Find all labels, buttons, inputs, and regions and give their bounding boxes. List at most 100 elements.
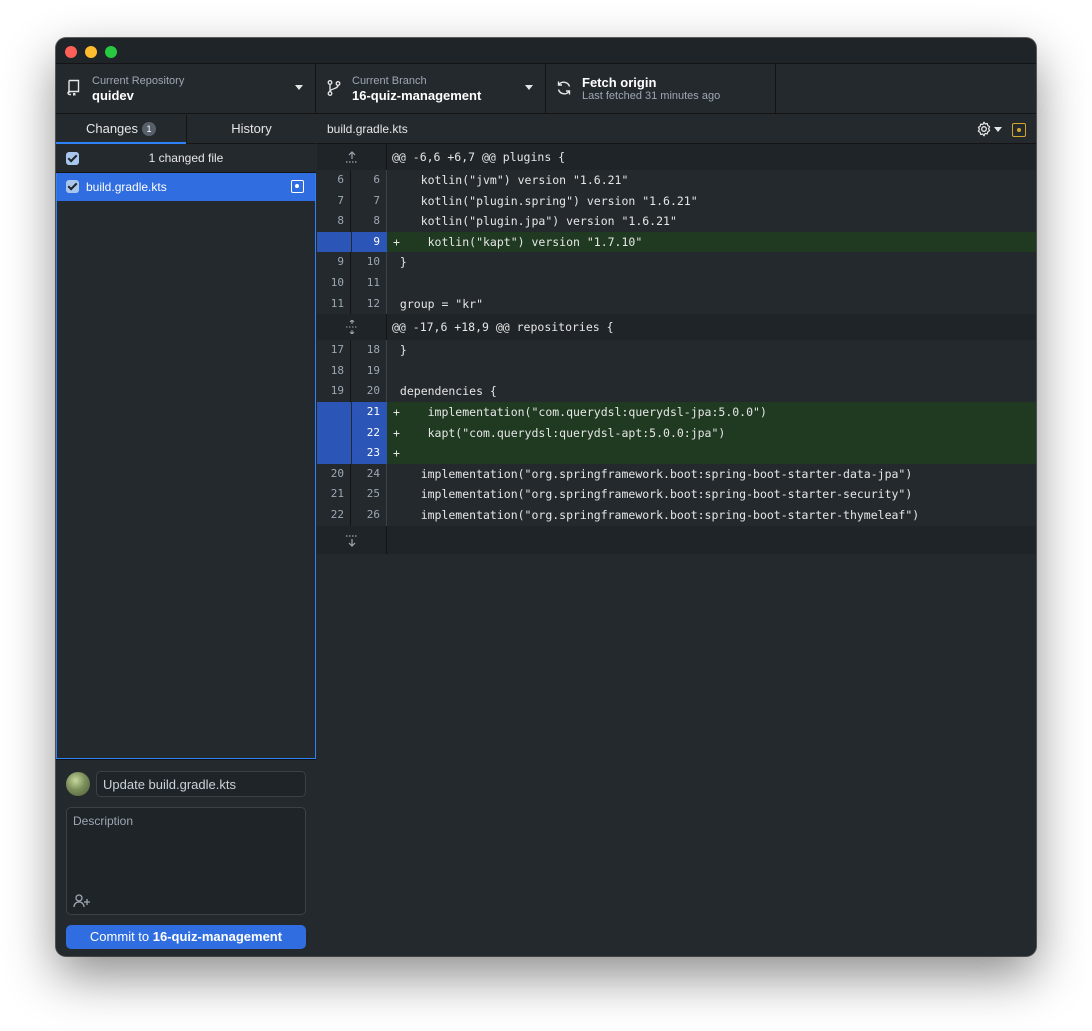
- changed-files-count: 1 changed file: [148, 151, 224, 165]
- line-code: implementation("org.springframework.boot…: [387, 504, 1036, 526]
- old-line-number: [317, 231, 351, 253]
- old-line-number: 9: [317, 252, 351, 273]
- commit-summary-input[interactable]: [96, 771, 306, 797]
- file-name: build.gradle.kts: [86, 180, 167, 194]
- diff-line[interactable]: 88 kotlin("plugin.jpa") version "1.6.21": [317, 211, 1036, 232]
- tab-history[interactable]: History: [186, 115, 316, 144]
- diff-line[interactable]: 19 20 dependencies {: [317, 381, 1036, 402]
- hunk-header: @@ -17,6 +18,9 @@ repositories {: [317, 314, 1036, 341]
- tab-history-label: History: [231, 121, 272, 136]
- diff-line-added[interactable]: 9 + kotlin("kapt") version "1.7.10": [317, 231, 1036, 253]
- diff-line[interactable]: 22 26 implementation("org.springframework…: [317, 504, 1036, 526]
- old-line-number: 6: [317, 170, 351, 191]
- old-line-number: [317, 401, 351, 423]
- commit-button-prefix: Commit to: [89, 929, 153, 944]
- old-line-number: 8: [317, 211, 351, 232]
- sidebar: Changes 1 History 1 changed file build.gr…: [56, 115, 316, 956]
- diff-line-added[interactable]: 21 + implementation("com.querydsl:queryds…: [317, 401, 1036, 423]
- hunk-header-text: @@ -6,6 +6,7 @@ plugins {: [387, 144, 1036, 170]
- commit-button[interactable]: Commit to 16-quiz-management: [66, 925, 306, 949]
- line-code: implementation("org.springframework.boot…: [387, 463, 1036, 485]
- diff-line[interactable]: 21 25 implementation("org.springframework…: [317, 484, 1036, 505]
- diff-file-name: build.gradle.kts: [327, 122, 408, 136]
- line-code: [387, 360, 1036, 382]
- current-repository-dropdown[interactable]: Current Repository quidev: [56, 64, 316, 114]
- line-code: +: [387, 443, 1036, 464]
- current-branch-dropdown[interactable]: Current Branch 16-quiz-management: [316, 64, 546, 114]
- diff-line[interactable]: 77 kotlin("plugin.spring") version "1.6.…: [317, 190, 1036, 212]
- close-window-button[interactable]: [65, 46, 77, 58]
- line-code: }: [387, 340, 1036, 361]
- line-code: }: [387, 252, 1036, 273]
- new-line-number: 19: [352, 360, 386, 382]
- old-line-number: 22: [317, 504, 351, 526]
- diff-line[interactable]: 66 kotlin("jvm") version "1.6.21": [317, 170, 1036, 191]
- new-line-number: 6: [352, 170, 386, 191]
- avatar: [66, 772, 90, 796]
- chevron-down-icon: [525, 85, 533, 90]
- diff-line[interactable]: 11 12 group = "kr": [317, 293, 1036, 315]
- diff-line[interactable]: 20 24 implementation("org.springframework…: [317, 463, 1036, 485]
- changed-files-header: 1 changed file: [56, 144, 316, 173]
- new-line-number: 23: [352, 443, 386, 464]
- line-code: kotlin("plugin.jpa") version "1.6.21": [387, 211, 1036, 232]
- app-window: Current Repository quidev Current Branch…: [56, 38, 1036, 956]
- expand-up-button[interactable]: [317, 144, 387, 170]
- tab-changes[interactable]: Changes 1: [56, 115, 186, 144]
- add-coauthor-icon[interactable]: [73, 894, 91, 908]
- changes-count-badge: 1: [142, 122, 157, 136]
- hunk-header: @@ -6,6 +6,7 @@ plugins {: [317, 144, 1036, 170]
- list-item[interactable]: build.gradle.kts: [57, 173, 315, 201]
- modified-file-icon: [291, 180, 304, 193]
- changed-file-list: build.gradle.kts: [56, 173, 316, 759]
- diff-line[interactable]: 9 10 }: [317, 252, 1036, 273]
- toolbar: Current Repository quidev Current Branch…: [56, 64, 1036, 114]
- new-line-number: 25: [352, 484, 386, 505]
- zoom-window-button[interactable]: [105, 46, 117, 58]
- commit-description-field[interactable]: Description: [66, 807, 306, 915]
- tab-changes-label: Changes: [85, 121, 139, 136]
- diff-line[interactable]: 18 19: [317, 360, 1036, 382]
- line-code: + implementation("com.querydsl:querydsl-…: [387, 401, 1036, 423]
- old-line-number: 7: [317, 190, 351, 212]
- gear-icon[interactable]: [976, 121, 992, 137]
- old-line-number: 21: [317, 484, 351, 505]
- old-line-number: 20: [317, 463, 351, 485]
- new-line-number: 20: [352, 381, 386, 402]
- old-line-number: 11: [317, 293, 351, 315]
- line-code: dependencies {: [387, 381, 1036, 402]
- expand-button[interactable]: [317, 314, 387, 341]
- diff-line[interactable]: 10 11: [317, 272, 1036, 294]
- minimize-window-button[interactable]: [85, 46, 97, 58]
- commit-button-branch: 16-quiz-management: [152, 929, 283, 944]
- old-line-number: 18: [317, 360, 351, 382]
- old-line-number: [317, 443, 351, 464]
- new-line-number: 7: [352, 190, 386, 212]
- new-line-number: 22: [352, 422, 386, 444]
- old-line-number: 19: [317, 381, 351, 402]
- branch-icon: [327, 80, 341, 96]
- diff-line-added[interactable]: 23 +: [317, 443, 1036, 464]
- last-fetched-status: Last fetched 31 minutes ago: [582, 90, 721, 102]
- title-bar: [56, 38, 1036, 64]
- chevron-down-icon[interactable]: [994, 127, 1002, 132]
- branch-name: 16-quiz-management: [352, 88, 482, 103]
- expand-down-button[interactable]: [317, 525, 387, 554]
- new-line-number: 8: [352, 211, 386, 232]
- repository-label: Current Repository: [92, 75, 185, 87]
- description-placeholder: Description: [73, 814, 134, 828]
- line-code: + kotlin("kapt") version "1.7.10": [387, 231, 1036, 253]
- new-line-number: 26: [352, 504, 386, 526]
- file-include-checkbox[interactable]: [66, 180, 79, 193]
- diff-line-added[interactable]: 22 + kapt("com.querydsl:querydsl-apt:5.0.…: [317, 422, 1036, 444]
- old-line-number: [317, 422, 351, 444]
- new-line-number: 21: [352, 401, 386, 423]
- diff-panel: build.gradle.kts @@ -6,6 +6,7 @@ plugins…: [317, 115, 1036, 956]
- fetch-origin-button[interactable]: Fetch origin Last fetched 31 minutes ago: [546, 64, 776, 114]
- line-code: kotlin("jvm") version "1.6.21": [387, 170, 1036, 191]
- expand-up-icon: [346, 151, 358, 163]
- diff-line[interactable]: 17 18 }: [317, 340, 1036, 361]
- expand-icon: [346, 320, 358, 335]
- line-code: implementation("org.springframework.boot…: [387, 484, 1036, 505]
- new-line-number: 24: [352, 463, 386, 485]
